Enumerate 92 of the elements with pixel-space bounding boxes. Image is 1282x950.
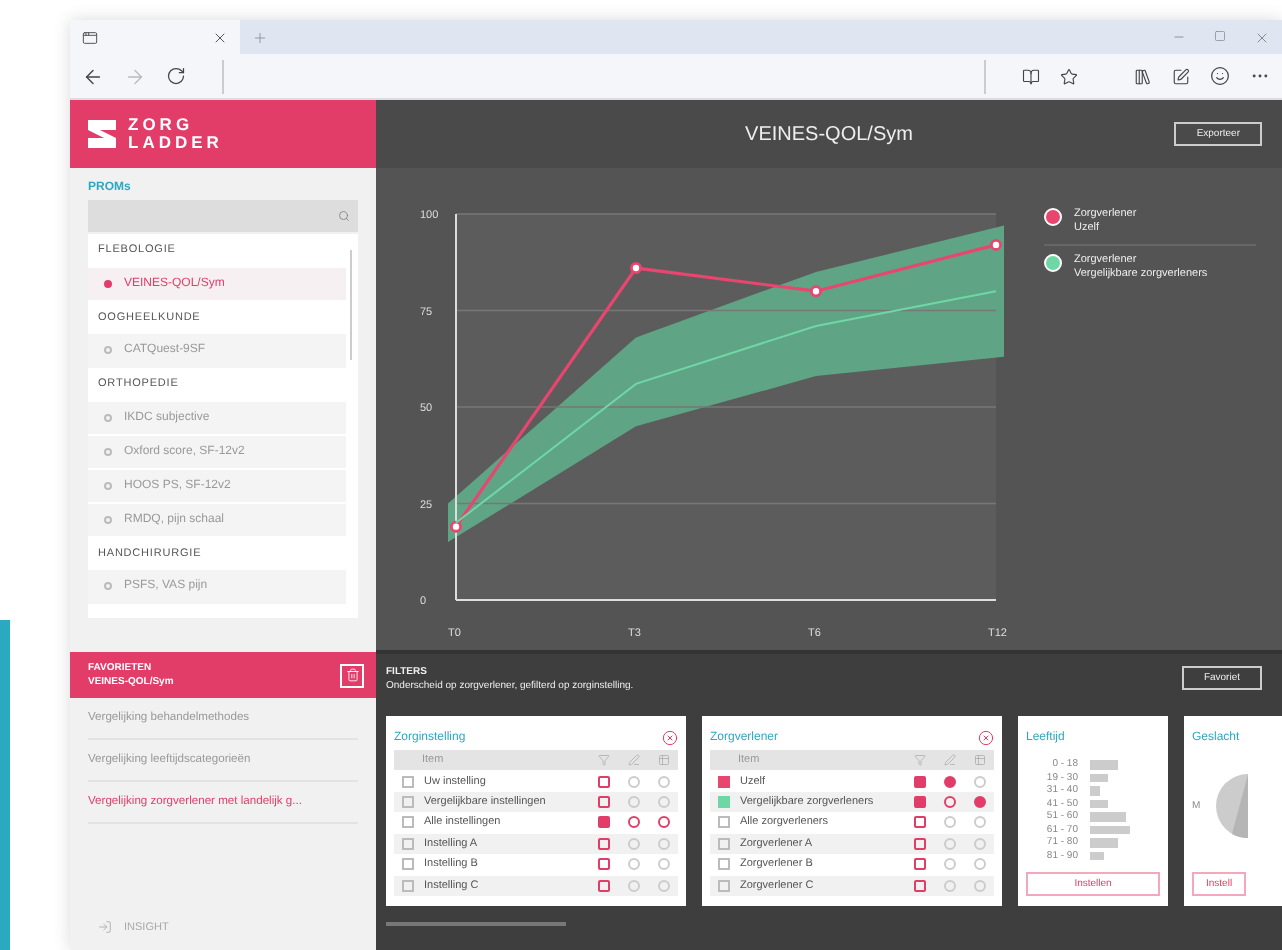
table-icon (973, 754, 985, 767)
radio-button[interactable] (657, 879, 669, 892)
radio-button[interactable] (973, 858, 985, 871)
checkbox[interactable] (402, 858, 414, 871)
checkbox[interactable] (402, 796, 414, 809)
radio-button[interactable] (943, 816, 955, 829)
close-icon[interactable] (662, 729, 678, 746)
filter-toggle[interactable] (597, 796, 609, 809)
search-field[interactable] (88, 200, 358, 232)
radio-button[interactable] (973, 837, 985, 850)
refresh-icon[interactable] (166, 66, 186, 86)
delete-button[interactable] (340, 663, 364, 687)
pen-icon[interactable] (1172, 67, 1190, 85)
close-icon[interactable] (978, 729, 994, 746)
forward-icon[interactable] (124, 65, 146, 87)
checkbox[interactable] (718, 858, 730, 871)
close-icon[interactable] (212, 29, 228, 45)
address-bar[interactable] (222, 59, 986, 93)
new-tab-icon[interactable] (252, 29, 268, 45)
histogram-bar (1090, 838, 1118, 847)
checkbox[interactable] (402, 816, 414, 829)
data-point (450, 520, 462, 533)
histogram-bar (1090, 799, 1108, 808)
checkbox[interactable] (402, 837, 414, 850)
maximize-icon[interactable] (1214, 29, 1226, 41)
data-point (810, 285, 822, 298)
filter-icon (597, 754, 609, 767)
histogram-bar (1090, 851, 1104, 860)
book-icon[interactable] (1022, 67, 1040, 85)
logo-text: ZORG LADDER (128, 116, 223, 152)
radio-button[interactable] (657, 816, 669, 829)
filter-toggle[interactable] (597, 816, 609, 829)
page-title: VEINES-QOL/Sym (745, 123, 913, 145)
radio-button[interactable] (943, 837, 955, 850)
pie-drawing (1216, 774, 1249, 838)
back-icon[interactable] (82, 65, 104, 87)
radio-button[interactable] (627, 837, 639, 850)
histogram-bar (1090, 760, 1118, 769)
radio-button[interactable] (943, 879, 955, 892)
radio-button[interactable] (943, 775, 955, 788)
filter-toggle[interactable] (913, 796, 925, 809)
filter-toggle[interactable] (913, 816, 925, 829)
pen-icon (627, 754, 639, 767)
table-icon (657, 754, 669, 767)
histogram-bar (1090, 825, 1130, 834)
radio-button[interactable] (657, 775, 669, 788)
radio-button[interactable] (627, 858, 639, 871)
scrollbar[interactable] (349, 250, 352, 360)
collection-icon[interactable] (1134, 67, 1152, 85)
scrollbar[interactable] (386, 922, 566, 926)
radio-button[interactable] (657, 837, 669, 850)
radio-button[interactable] (627, 879, 639, 892)
radio-button[interactable] (973, 775, 985, 788)
checkbox[interactable] (718, 775, 730, 788)
filter-toggle[interactable] (597, 879, 609, 892)
radio-button[interactable] (657, 858, 669, 871)
radio-button[interactable] (627, 796, 639, 809)
histogram-bar (1090, 773, 1108, 782)
star-icon[interactable] (1060, 67, 1078, 85)
data-point (630, 262, 642, 275)
page-icon (82, 29, 98, 45)
smiley-icon[interactable] (1210, 66, 1230, 86)
checkbox[interactable] (718, 816, 730, 829)
filter-toggle[interactable] (597, 858, 609, 871)
radio-button[interactable] (973, 879, 985, 892)
radio-button[interactable] (943, 796, 955, 809)
checkbox[interactable] (718, 879, 730, 892)
radio-button[interactable] (943, 858, 955, 871)
radio-button[interactable] (973, 796, 985, 809)
radio-button[interactable] (657, 796, 669, 809)
filter-toggle[interactable] (597, 775, 609, 788)
checkbox[interactable] (402, 879, 414, 892)
filter-toggle[interactable] (913, 837, 925, 850)
filter-icon (913, 754, 925, 767)
trash-icon (345, 668, 359, 682)
data-point (990, 238, 1002, 251)
filter-toggle[interactable] (913, 879, 925, 892)
radio-button[interactable] (973, 816, 985, 829)
filter-toggle[interactable] (913, 858, 925, 871)
histogram-bar (1090, 812, 1126, 821)
arrow-icon (98, 920, 112, 934)
search-icon (338, 210, 350, 222)
radio-button[interactable] (627, 816, 639, 829)
checkbox[interactable] (402, 775, 414, 788)
pen-icon (943, 754, 955, 767)
radio-button[interactable] (627, 775, 639, 788)
histogram-bar (1090, 786, 1100, 795)
checkbox[interactable] (718, 796, 730, 809)
filter-toggle[interactable] (597, 837, 609, 850)
filter-toggle[interactable] (913, 775, 925, 788)
checkbox[interactable] (718, 837, 730, 850)
logo-icon (88, 120, 116, 148)
